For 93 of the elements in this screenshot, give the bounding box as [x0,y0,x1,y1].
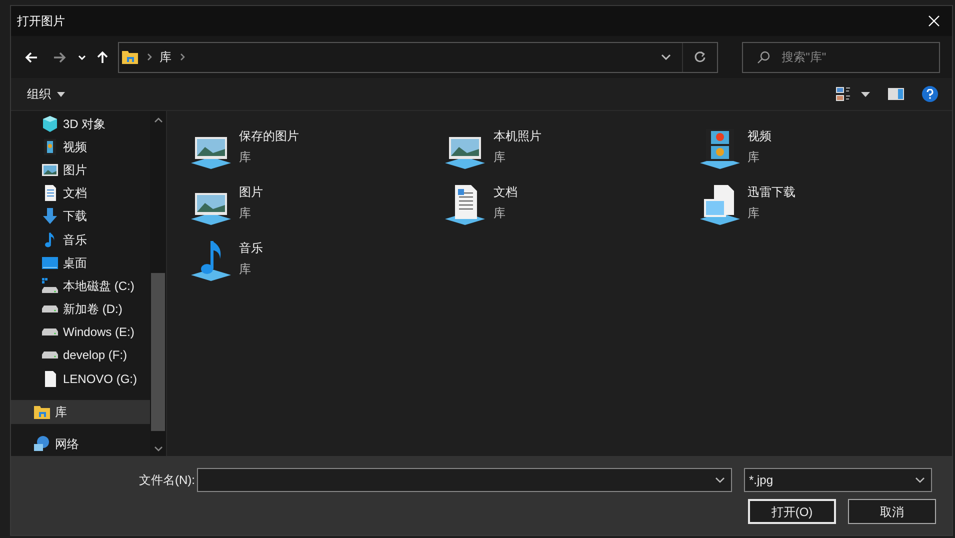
search-field[interactable]: 搜索"库" [742,42,940,72]
sidebar-item[interactable]: LENOVO (G:) [11,367,150,390]
sidebar-item-label: Windows (E:) [63,324,134,342]
film-icon [41,138,59,156]
help-button[interactable] [922,86,938,102]
organize-button[interactable]: 组织 [27,85,65,103]
library-name: 本机照片 [493,128,542,145]
chevron-right-icon [180,53,185,61]
caret-icon [861,92,870,96]
sidebar-item-label: 本地磁盘 (C:) [63,278,134,295]
hard-drive-icon [41,276,59,295]
caret-icon [57,92,65,96]
library-tile[interactable]: 文档 库 [443,181,698,227]
sidebar-item-label: 下载 [63,208,87,226]
library-tile[interactable]: 视频 库 [698,125,952,171]
hard-drive-icon [41,328,59,336]
library-name: 音乐 [239,240,263,257]
library-tile[interactable]: 迅雷下载 库 [698,181,952,227]
sidebar-item-label: 图片 [63,162,87,179]
help-icon [926,89,934,99]
hard-drive-icon [41,305,59,314]
sidebar-item[interactable]: develop (F:) [11,344,150,368]
library-name: 保存的图片 [239,128,299,145]
down-arrow-icon [41,207,59,226]
back-arrow-icon [25,52,38,62]
sidebar-item-label: LENOVO (G:) [63,370,138,388]
network-icon [33,434,51,453]
sidebar-item-label: 库 [55,404,67,421]
hard-drive-icon [41,351,59,360]
window-title: 打开图片 [17,13,65,30]
music-note-icon [44,232,56,248]
address-bar[interactable]: 库 [118,42,718,72]
sidebar-item[interactable]: 音乐 [11,228,150,252]
folder-icon [120,48,139,66]
chevron-down-icon [154,446,162,452]
file-name-label: 文件名(N): [139,472,195,489]
chevron-right-icon [146,53,152,61]
dialog-button[interactable]: 取消 [848,499,936,524]
sidebar-item[interactable]: 本地磁盘 (C:) [11,274,150,298]
chevron-down-icon [915,477,925,483]
sidebar-item-label: 网络 [55,436,79,453]
sidebar-item[interactable]: Windows (E:) [11,320,150,344]
sidebar-item[interactable]: 库 [11,400,150,424]
file-name-field[interactable] [197,468,732,492]
sidebar-item-label: develop (F:) [63,347,128,364]
sidebar-item[interactable]: 新加卷 (D:) [11,298,150,321]
sidebar-item-label: 音乐 [63,232,87,249]
file-type-value: *.jpg [749,472,774,489]
chevron-down-icon [78,54,86,60]
dialog-button[interactable]: 打开(O) [748,499,836,524]
cube-icon [41,114,59,133]
library-tile[interactable]: 本机照片 库 [443,125,698,171]
forward-arrow-icon [52,52,66,62]
sidebar-item-label: 视频 [63,138,87,156]
sidebar-item[interactable]: 下载 [11,204,150,228]
sidebar-item[interactable]: 3D 对象 [11,112,150,136]
library-tile[interactable]: 保存的图片 库 [189,125,444,171]
library-type: 库 [493,149,506,166]
chevron-up-icon [154,117,162,123]
search-icon [756,50,770,64]
library-type: 库 [239,205,252,222]
library-type: 库 [493,205,506,222]
sidebar-item[interactable]: 图片 [11,158,150,182]
up-arrow-icon [97,50,108,64]
view-list-icon [835,86,851,102]
library-name: 视频 [748,128,772,145]
close-icon [928,15,940,27]
sidebar-item[interactable]: 桌面 [11,251,150,274]
chevron-down-icon [661,54,672,60]
library-type: 库 [748,149,761,166]
chevron-down-icon [715,477,725,483]
sidebar-item[interactable]: 文档 [11,182,150,205]
library-name: 迅雷下载 [748,184,796,201]
view-options-button[interactable] [835,86,870,102]
search-input[interactable]: 搜索"库" [782,48,922,66]
sidebar-item[interactable]: 视频 [11,135,150,158]
library-name: 文档 [493,184,518,201]
library-type: 库 [239,149,252,166]
scrollbar-thumb[interactable] [151,273,165,431]
sidebar-item[interactable]: 网络 [11,432,150,456]
library-type: 库 [748,205,761,222]
library-tile[interactable]: 音乐 库 [189,237,444,283]
library-tile[interactable]: 图片 库 [189,181,444,227]
sidebar-item-label: 桌面 [63,254,87,272]
preview-pane-icon [888,88,904,100]
sidebar-item-label: 新加卷 (D:) [63,301,122,318]
refresh-icon [694,51,706,63]
sidebar-item-label: 文档 [63,185,87,202]
library-type: 库 [239,261,252,278]
library-name: 图片 [239,184,263,201]
file-type-dropdown[interactable]: *.jpg [744,468,932,492]
breadcrumb-item[interactable]: 库 [160,48,172,66]
sidebar-item-label: 3D 对象 [63,116,106,133]
